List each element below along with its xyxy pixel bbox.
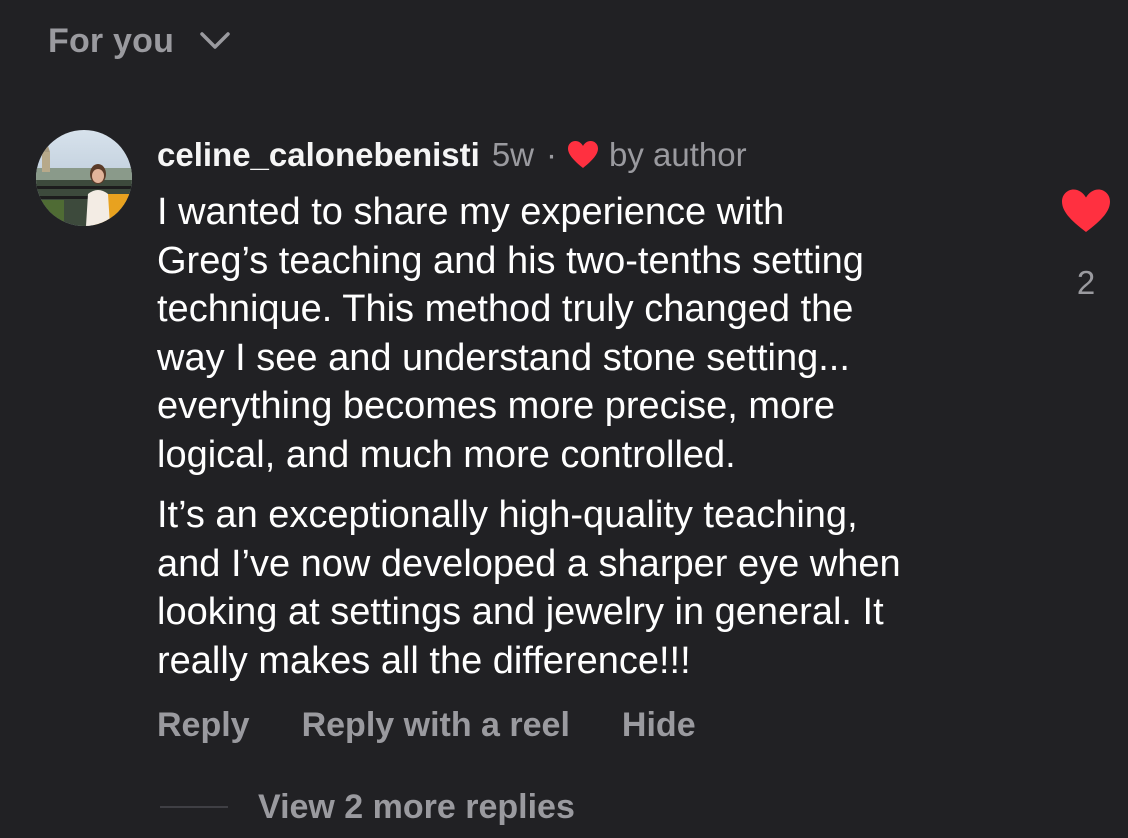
hide-button[interactable]: Hide — [622, 706, 696, 745]
comment-paragraph: I wanted to share my experience with Gre… — [157, 188, 1037, 479]
replies-divider — [160, 806, 228, 808]
view-replies-label: View 2 more replies — [258, 787, 575, 826]
comment-line: logical, and much more controlled. — [157, 433, 736, 476]
timestamp: 5w — [491, 136, 534, 173]
avatar[interactable] — [36, 130, 132, 226]
chevron-down-icon — [200, 32, 230, 49]
comment-actions: Reply Reply with a reel Hide — [157, 703, 696, 747]
avatar-photo — [36, 130, 132, 226]
comment-line: way I see and understand stone setting..… — [157, 336, 850, 379]
liked-by-author-label: by author — [609, 136, 747, 173]
comment-line: technique. This method truly changed the — [157, 288, 854, 330]
meta-separator: · — [546, 136, 557, 173]
comment-line: looking at settings and jewelry in gener… — [157, 591, 884, 633]
comment-line: It’s an exceptionally high-quality teach… — [157, 494, 858, 536]
like-heart-icon[interactable] — [1060, 188, 1112, 234]
comment-line: everything becomes more precise, more — [157, 385, 835, 427]
reply-button[interactable]: Reply — [157, 706, 250, 745]
comment-line: I wanted to share my experience with — [157, 191, 785, 233]
comment: celine_calonebenisti 5w · by author I wa… — [157, 132, 1037, 685]
sort-dropdown[interactable]: For you — [48, 18, 232, 64]
comment-line: really makes all the difference!!! — [157, 639, 691, 682]
reply-with-reel-button[interactable]: Reply with a reel — [302, 706, 570, 745]
comment-meta: celine_calonebenisti 5w · by author — [157, 132, 1037, 178]
sort-label: For you — [48, 21, 175, 60]
username[interactable]: celine_calonebenisti — [157, 136, 480, 174]
view-more-replies[interactable]: View 2 more replies — [160, 784, 575, 830]
heart-filled-icon — [568, 141, 598, 168]
comment-line: and I’ve now developed a sharper eye whe… — [157, 542, 901, 585]
comment-paragraph: It’s an exceptionally high-quality teach… — [157, 491, 1037, 685]
like-count: 2 — [1076, 264, 1096, 301]
comment-line: Greg’s teaching and his two-tenths setti… — [157, 239, 864, 282]
